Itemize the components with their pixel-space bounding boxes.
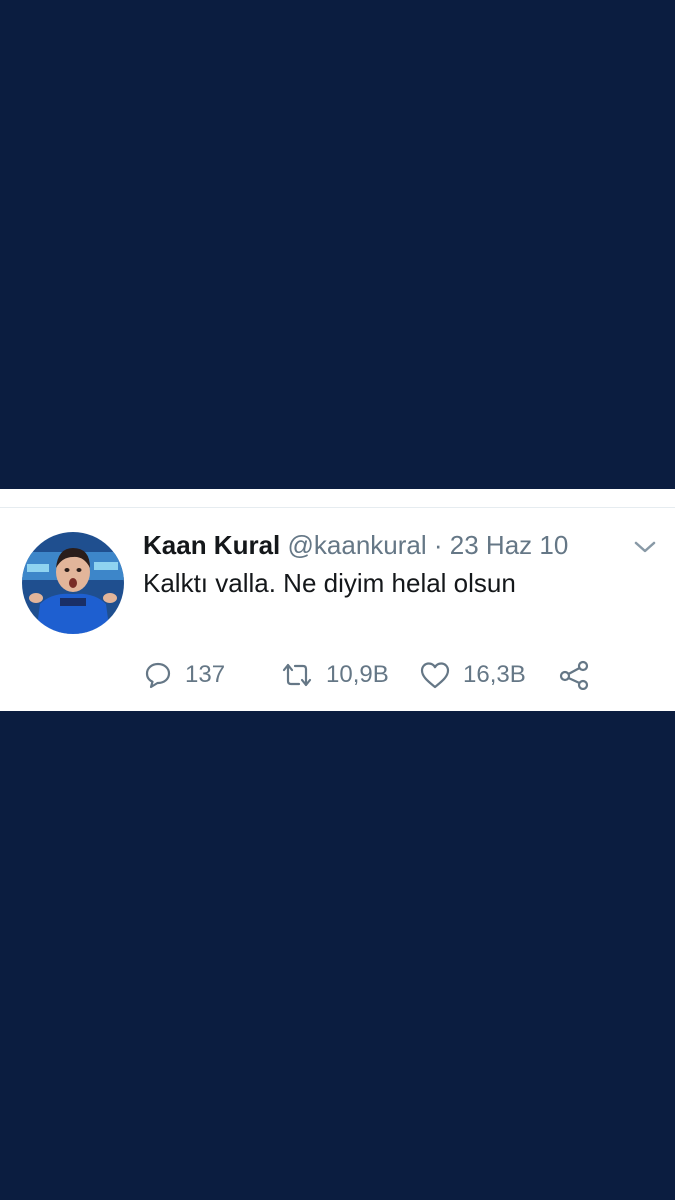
heart-icon	[420, 662, 450, 689]
more-options-button[interactable]	[632, 539, 658, 555]
retweet-count: 10,9B	[326, 661, 389, 688]
reply-count: 137	[185, 661, 226, 688]
reply-icon	[145, 662, 171, 689]
separator: ·	[433, 530, 443, 560]
user-handle[interactable]: @kaankural	[288, 530, 427, 560]
retweet-button[interactable]: 10,9B	[280, 656, 389, 694]
share-button[interactable]	[558, 656, 590, 694]
like-button[interactable]: 16,3B	[419, 656, 526, 694]
retweet-icon	[282, 663, 312, 687]
chevron-down-icon	[634, 541, 656, 553]
tweet-header: Kaan Kural @kaankural · 23 Haz 10	[143, 529, 568, 561]
divider	[0, 507, 675, 508]
tweet-card[interactable]: Kaan Kural @kaankural · 23 Haz 10 Kalktı…	[0, 489, 675, 711]
avatar[interactable]	[22, 532, 124, 634]
profile-photo-icon	[22, 532, 124, 634]
share-icon	[559, 660, 589, 690]
screenshot-background: Kaan Kural @kaankural · 23 Haz 10 Kalktı…	[0, 0, 675, 1200]
reply-button[interactable]: 137	[143, 656, 225, 694]
tweet-actions: 137 10,9B 16,3B	[143, 656, 613, 694]
display-name[interactable]: Kaan Kural	[143, 530, 280, 560]
like-count: 16,3B	[463, 661, 526, 688]
tweet-text: Kalktı valla. Ne diyim helal olsun	[143, 568, 516, 598]
tweet-date[interactable]: 23 Haz 10	[450, 530, 569, 560]
